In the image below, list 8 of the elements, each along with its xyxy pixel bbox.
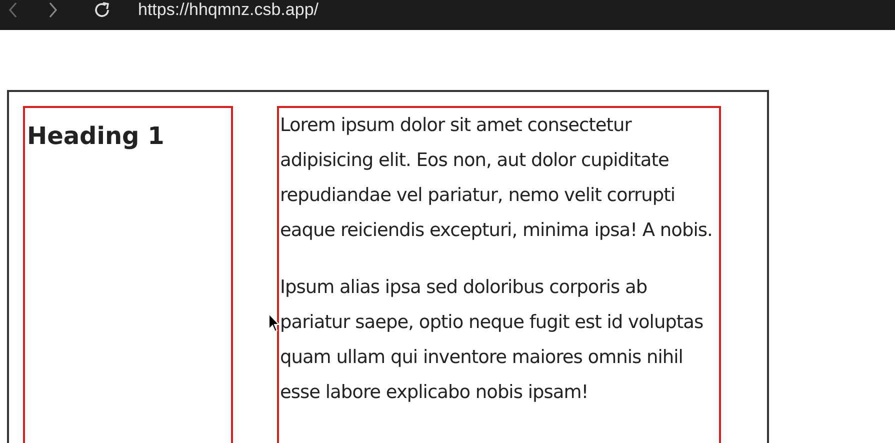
back-icon[interactable] bbox=[8, 1, 18, 19]
reload-icon[interactable] bbox=[92, 0, 112, 20]
cursor-icon bbox=[268, 313, 280, 333]
paragraph: Lorem ipsum dolor sit amet consectetur adipisicing elit. Eos non, aut dolor cupiditate repudiandae vel pariatur, nemo velit corrupti eaque reiciendis excepturi, minima ipsa! A nobis. bbox=[280, 114, 714, 243]
address-bar[interactable]: https://hhqmnz.csb.app/ bbox=[138, 0, 318, 20]
forward-icon[interactable] bbox=[48, 1, 58, 19]
heading: Heading 1 bbox=[27, 122, 166, 150]
paragraph: Ipsum alias ipsa sed doloribus corporis ab pariatur saepe, optio neque fugit est id voluptas quam ullam qui inventore maiores omnis nihil esse labore explicabo nobis ipsam! bbox=[280, 276, 704, 405]
